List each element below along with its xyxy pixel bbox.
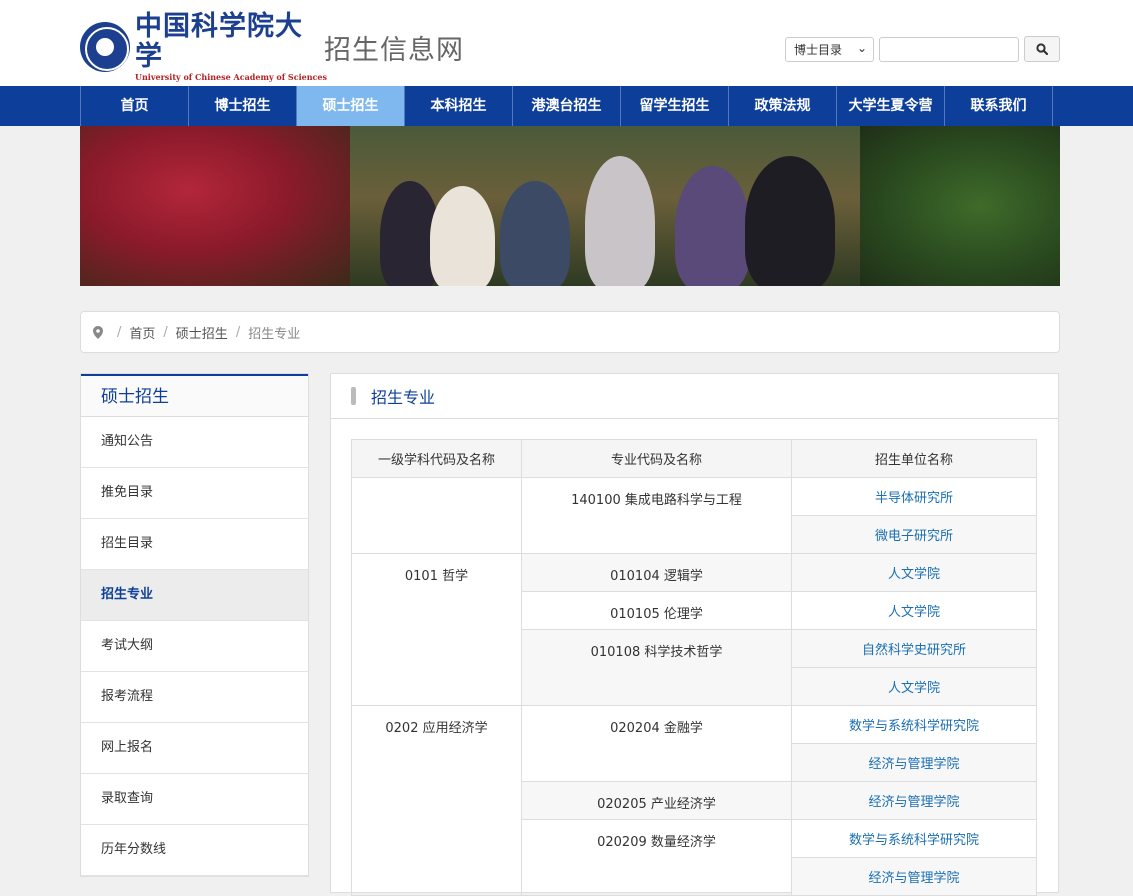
breadcrumb: / 首页 / 硕士招生 / 招生专业 — [80, 311, 1060, 353]
hero-banner-image — [80, 126, 1060, 286]
unit-link[interactable]: 人文学院 — [791, 667, 1037, 706]
discipline-cell — [351, 477, 522, 554]
logo-chinese-name: 中国科学院大学 — [135, 11, 303, 72]
unit-link[interactable]: 数学与系统科学研究院 — [791, 819, 1037, 858]
major-cell: 020204 金融学 — [521, 705, 792, 782]
table-header: 一级学科代码及名称 — [351, 439, 522, 478]
content-panel: 招生专业 一级学科代码及名称 专业代码及名称 招生单位名称 140100 集成电… — [330, 373, 1059, 896]
unit-link[interactable]: 数学与系统科学研究院 — [791, 705, 1037, 744]
search-button[interactable] — [1024, 36, 1060, 62]
breadcrumb-home-link[interactable]: 首页 — [129, 323, 155, 342]
nav-item[interactable]: 联系我们 — [945, 86, 1053, 126]
nav-item[interactable]: 政策法规 — [729, 86, 837, 126]
university-seal-icon — [80, 22, 130, 72]
title-marker — [351, 387, 356, 405]
nav-item[interactable]: 硕士招生 — [297, 86, 405, 126]
sidebar-item[interactable]: 招生目录 — [81, 519, 308, 570]
major-cell: 020205 产业经济学 — [521, 781, 792, 820]
table-header: 招生单位名称 — [791, 439, 1037, 478]
nav-item[interactable]: 本科招生 — [405, 86, 513, 126]
sidebar-item[interactable]: 报考流程 — [81, 672, 308, 723]
site-logo[interactable]: 中国科学院大学 University of Chinese Academy of… — [80, 12, 464, 82]
major-cell: 140100 集成电路科学与工程 — [521, 477, 792, 554]
majors-table: 一级学科代码及名称 专业代码及名称 招生单位名称 140100 集成电路科学与工… — [351, 439, 1037, 896]
location-pin-icon — [93, 325, 103, 339]
unit-link[interactable]: 经济与管理学院 — [791, 781, 1037, 820]
sidebar-item[interactable]: 录取查询 — [81, 774, 308, 825]
unit-link[interactable]: 人文学院 — [791, 553, 1037, 592]
table-row: 0101 哲学 010104 逻辑学 人文学院 — [351, 553, 1037, 706]
sidebar-item[interactable]: 通知公告 — [81, 417, 308, 468]
table-row: 0202 应用经济学 020204 金融学 数学与系统科学研究院 — [351, 705, 1037, 896]
table-row: 140100 集成电路科学与工程 半导体研究所 — [351, 477, 1037, 554]
sidebar: 硕士招生 通知公告 推免目录 招生目录 招生专业 考试大纲 报考流程 网上报名 录取查询 历年分… — [80, 373, 309, 877]
unit-link[interactable]: 经济与管理学院 — [791, 857, 1037, 896]
logo-english-name: University of Chinese Academy of Science… — [135, 72, 327, 82]
discipline-cell: 0202 应用经济学 — [351, 705, 522, 896]
table-header: 专业代码及名称 — [521, 439, 792, 478]
sidebar-item[interactable]: 招生专业 — [81, 570, 308, 621]
nav-item[interactable]: 留学生招生 — [621, 86, 729, 126]
search-input[interactable] — [879, 36, 1019, 62]
breadcrumb-current: 招生专业 — [248, 326, 301, 342]
search-bar: 博士目录 ⌄ — [785, 36, 1060, 62]
unit-link[interactable]: 自然科学史研究所 — [791, 629, 1037, 668]
sidebar-item[interactable]: 推免目录 — [81, 468, 308, 519]
chevron-down-icon: ⌄ — [856, 40, 867, 55]
nav-item[interactable]: 大学生夏令营 — [837, 86, 945, 126]
major-cell: 010105 伦理学 — [521, 591, 792, 630]
nav-item[interactable]: 博士招生 — [189, 86, 297, 126]
panel-title: 招生专业 — [371, 388, 436, 407]
sidebar-title: 硕士招生 — [81, 374, 308, 417]
sidebar-item[interactable]: 考试大纲 — [81, 621, 308, 672]
major-cell: 020209 数量经济学 — [521, 819, 792, 896]
nav-item[interactable]: 首页 — [81, 86, 189, 126]
sidebar-item[interactable]: 历年分数线 — [81, 825, 308, 876]
unit-link[interactable]: 半导体研究所 — [791, 477, 1037, 516]
unit-link[interactable]: 人文学院 — [791, 591, 1037, 630]
unit-link[interactable]: 微电子研究所 — [791, 515, 1037, 554]
sidebar-item[interactable]: 网上报名 — [81, 723, 308, 774]
major-cell: 010108 科学技术哲学 — [521, 629, 792, 706]
discipline-cell: 0101 哲学 — [351, 553, 522, 706]
table-header-row: 一级学科代码及名称 专业代码及名称 招生单位名称 — [351, 439, 1037, 478]
search-icon — [1036, 43, 1048, 55]
site-header: 中国科学院大学 University of Chinese Academy of… — [0, 0, 1133, 86]
unit-link[interactable]: 经济与管理学院 — [791, 743, 1037, 782]
search-category-value: 博士目录 — [794, 42, 843, 57]
nav-item[interactable]: 港澳台招生 — [513, 86, 621, 126]
major-cell: 010104 逻辑学 — [521, 553, 792, 592]
main-nav: 首页 博士招生 硕士招生 本科招生 港澳台招生 留学生招生 政策法规 大学生夏令营 联系我们 — [0, 86, 1133, 126]
site-name: 招生信息网 — [324, 34, 464, 66]
search-category-select[interactable]: 博士目录 ⌄ — [785, 36, 874, 62]
breadcrumb-level1-link[interactable]: 硕士招生 — [176, 323, 228, 342]
